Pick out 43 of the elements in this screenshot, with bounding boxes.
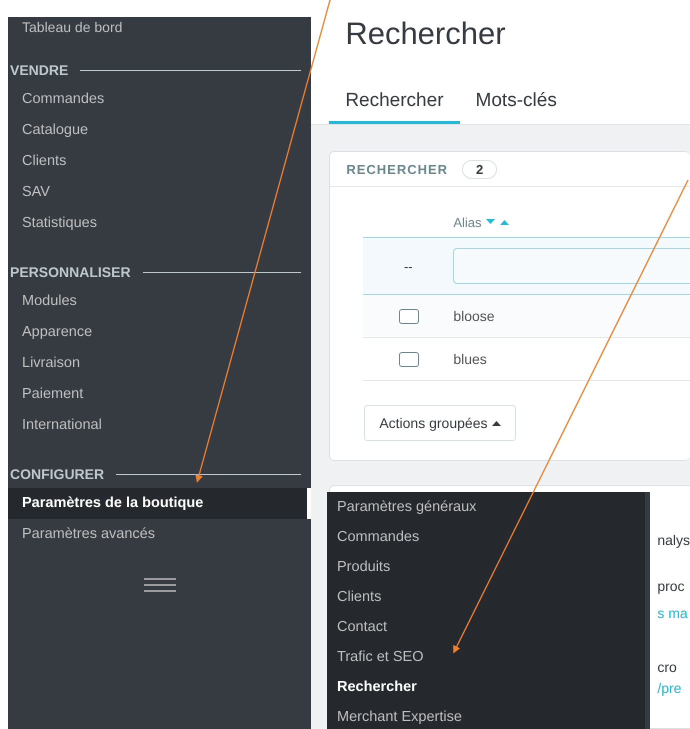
sidebar-item[interactable]: SAV: [8, 177, 312, 208]
section-heading: VENDRE: [10, 62, 68, 78]
sidebar-item[interactable]: Apparence: [8, 317, 312, 348]
text-fragment: nalys: [657, 531, 690, 550]
sidebar-item[interactable]: Tableau de bord: [8, 19, 312, 37]
column-header[interactable]: Alias: [453, 214, 482, 230]
section-heading: CONFIGURER: [10, 466, 104, 482]
card-title: RECHERCHER: [346, 162, 448, 176]
sidebar-item[interactable]: Paramètres de la boutique: [8, 488, 312, 519]
submenu-item[interactable]: Paramètres généraux: [327, 492, 645, 522]
sidebar-item[interactable]: Statistiques: [8, 208, 312, 239]
filter-label: --: [402, 258, 414, 274]
table-cell: bloose: [453, 308, 495, 324]
caret-icon: [492, 420, 500, 426]
sidebar-item[interactable]: Livraison: [8, 348, 312, 379]
submenu-item[interactable]: Rechercher: [327, 672, 645, 702]
sidebar-item[interactable]: Paramètres avancés: [8, 519, 312, 550]
text-fragment: cro: [657, 658, 678, 677]
sidebar-item[interactable]: International: [8, 410, 312, 441]
submenu-item[interactable]: Contact: [327, 612, 645, 642]
text-fragment: proc: [657, 577, 686, 596]
filter-input[interactable]: [453, 248, 690, 284]
tab[interactable]: Mots-clés: [460, 90, 573, 124]
submenu-item[interactable]: Commandes: [327, 522, 645, 552]
submenu-item[interactable]: Trafic et SEO: [327, 642, 645, 672]
sidebar-item[interactable]: Modules: [8, 286, 312, 317]
sidebar-item[interactable]: Commandes: [8, 84, 312, 115]
submenu-item[interactable]: Merchant Expertise: [327, 702, 645, 729]
sort-icon[interactable]: [486, 218, 510, 226]
submenu-item[interactable]: Clients: [327, 582, 645, 612]
count-badge: 2: [462, 160, 498, 178]
tab[interactable]: Rechercher: [329, 90, 460, 124]
table-cell: blues: [453, 351, 487, 367]
row-checkbox[interactable]: [399, 352, 420, 366]
sidebar-item[interactable]: Paiement: [8, 379, 312, 410]
menu-icon[interactable]: [144, 578, 176, 592]
bulk-actions-button[interactable]: Actions groupées: [364, 405, 516, 441]
row-checkbox[interactable]: [399, 308, 420, 324]
page-title: Rechercher: [345, 16, 507, 52]
sidebar-item[interactable]: Clients: [8, 146, 312, 177]
sidebar-item[interactable]: Catalogue: [8, 115, 312, 146]
section-heading: PERSONNALISER: [10, 264, 131, 280]
submenu-item[interactable]: Produits: [327, 552, 645, 582]
